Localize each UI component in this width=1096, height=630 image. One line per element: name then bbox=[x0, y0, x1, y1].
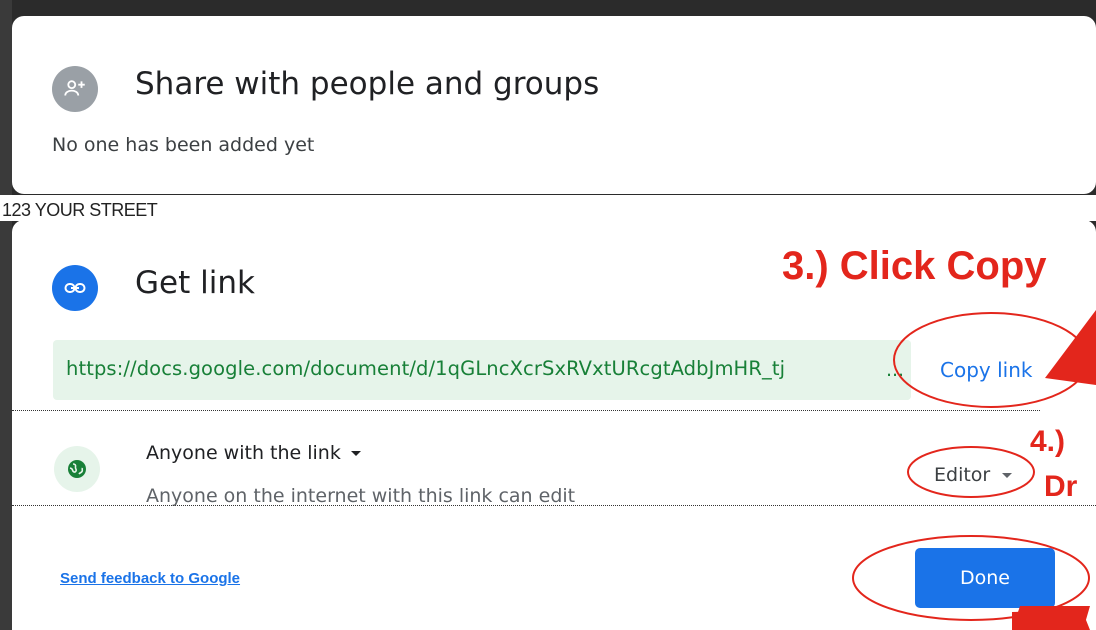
annotation-arrow-done-head bbox=[1012, 606, 1090, 630]
annotation-overlay bbox=[852, 310, 1096, 630]
annotation-step3: 3.) Click Copy bbox=[782, 244, 1047, 288]
annotation-step4-line2: Dr bbox=[1044, 470, 1078, 503]
annotation-arrow-copy-link bbox=[1045, 310, 1096, 385]
annotation-circle-editor bbox=[907, 446, 1035, 498]
annotation-step4-line1: 4.) bbox=[1030, 425, 1066, 458]
